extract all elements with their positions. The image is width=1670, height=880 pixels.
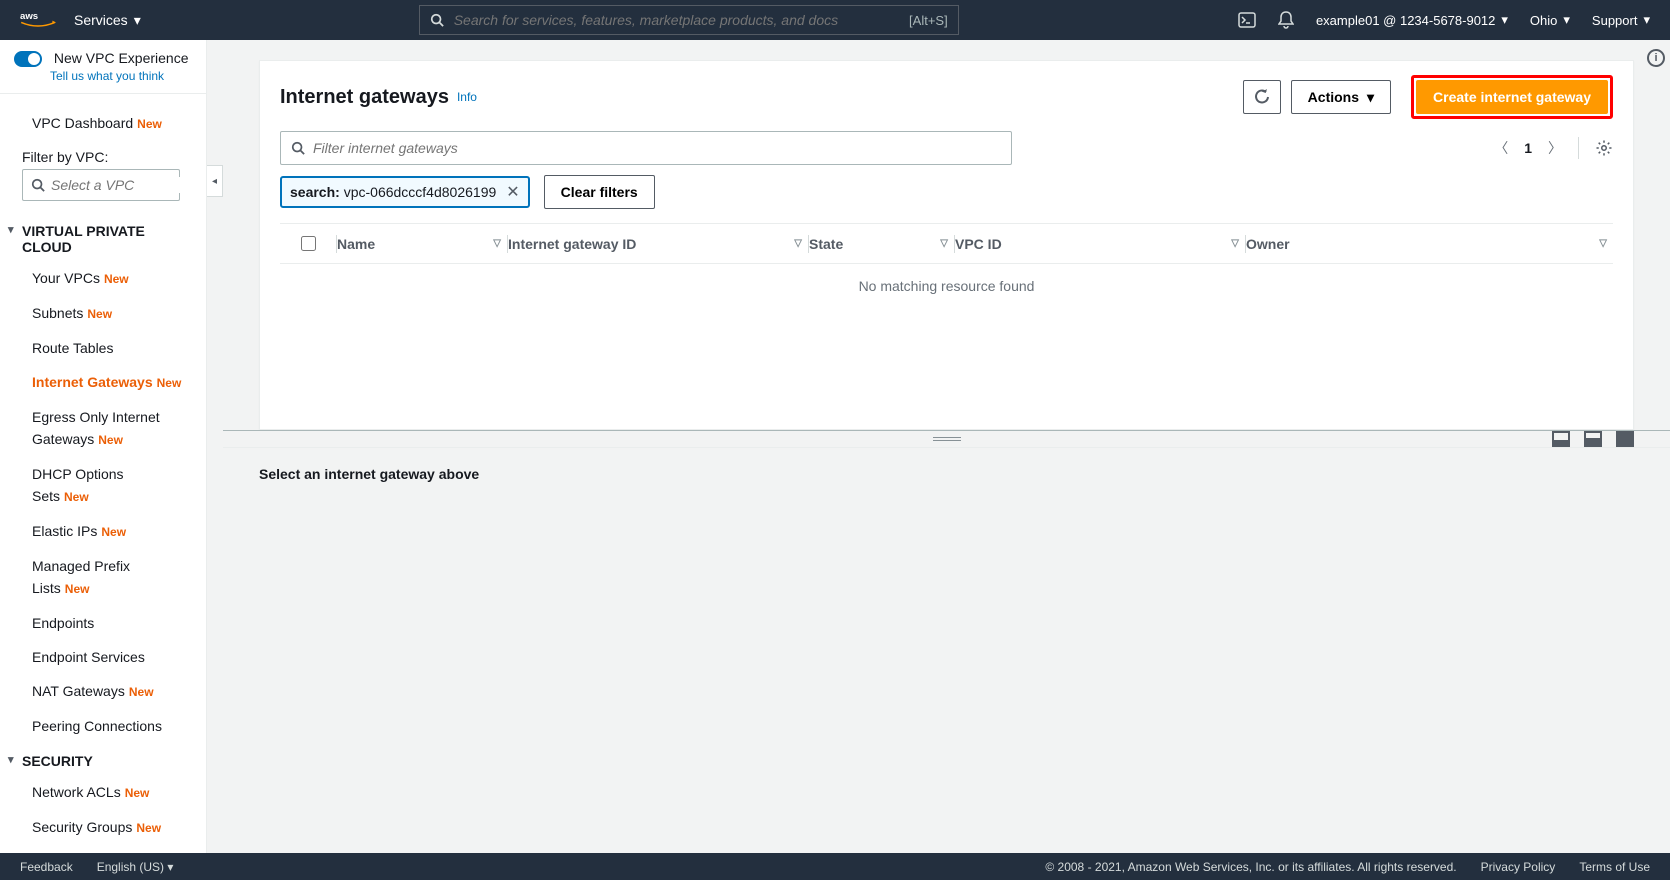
support-menu[interactable]: Support▾: [1592, 12, 1650, 28]
section-security[interactable]: SECURITY: [0, 743, 206, 775]
region-menu[interactable]: Ohio▾: [1530, 12, 1570, 28]
page-title: Internet gateways: [280, 86, 449, 109]
sort-icon: ▽: [1231, 238, 1239, 249]
sort-icon: ▽: [1599, 238, 1607, 249]
nav-egress-only-igw[interactable]: Egress Only Internet GatewaysNew: [0, 400, 206, 457]
privacy-link[interactable]: Privacy Policy: [1481, 860, 1556, 874]
empty-state: No matching resource found: [280, 264, 1613, 308]
filter-by-vpc-input[interactable]: [22, 169, 180, 201]
pagination: 〈 1 〉: [1494, 137, 1613, 159]
nav-vpc-dashboard[interactable]: VPC DashboardNew: [0, 106, 206, 141]
nav-managed-prefix-lists[interactable]: Managed Prefix ListsNew: [0, 549, 206, 606]
table-header: Name▽ Internet gateway ID▽ State▽ VPC ID…: [280, 224, 1613, 264]
search-icon: [430, 13, 444, 27]
nav-subnets[interactable]: SubnetsNew: [0, 296, 206, 331]
info-link[interactable]: Info: [457, 90, 477, 104]
aws-logo[interactable]: aws: [20, 9, 56, 31]
caret-down-icon: ▾: [134, 12, 141, 29]
col-name[interactable]: Name▽: [337, 236, 507, 252]
col-vpc-id[interactable]: VPC ID▽: [955, 236, 1245, 252]
detail-panel: Select an internet gateway above: [223, 448, 1670, 853]
copyright: © 2008 - 2021, Amazon Web Services, Inc.…: [1045, 860, 1456, 874]
drag-handle-icon: [933, 437, 961, 441]
page-next[interactable]: 〉: [1548, 138, 1562, 158]
footer: Feedback English (US) ▾ © 2008 - 2021, A…: [0, 853, 1670, 880]
igw-table: Name▽ Internet gateway ID▽ State▽ VPC ID…: [280, 223, 1613, 429]
nav-elastic-ips[interactable]: Elastic IPsNew: [0, 514, 206, 549]
igw-panel: Internet gateways Info Actions▾ Create i…: [259, 60, 1634, 430]
layout-bottom-small-icon[interactable]: [1552, 431, 1570, 447]
caret-down-icon: ▾: [1563, 12, 1570, 28]
layout-bottom-large-icon[interactable]: [1584, 431, 1602, 447]
feedback-link[interactable]: Feedback: [20, 860, 73, 874]
tutorial-highlight: Create internet gateway: [1411, 75, 1613, 119]
feedback-link[interactable]: Tell us what you think: [50, 69, 192, 83]
section-virtual-private-cloud[interactable]: VIRTUAL PRIVATE CLOUD: [0, 213, 206, 261]
global-search-input[interactable]: [454, 12, 899, 28]
global-search[interactable]: [Alt+S]: [419, 5, 959, 35]
nav-internet-gateways[interactable]: Internet GatewaysNew: [0, 365, 206, 400]
nav-your-vpcs[interactable]: Your VPCsNew: [0, 261, 206, 296]
services-label: Services: [74, 12, 128, 28]
nav-network-acls[interactable]: Network ACLsNew: [0, 775, 206, 810]
caret-down-icon: ▾: [167, 860, 173, 874]
caret-down-icon: ▾: [1643, 12, 1650, 28]
filter-tag: search: vpc-066dcccf4d8026199 ✕: [280, 176, 530, 208]
sidebar-collapse-handle[interactable]: ◂: [207, 165, 223, 197]
caret-down-icon: ▾: [1501, 12, 1508, 28]
new-experience-toggle-row: New VPC Experience Tell us what you thin…: [0, 40, 206, 94]
language-menu[interactable]: English (US) ▾: [97, 860, 174, 874]
search-icon: [31, 178, 45, 192]
layout-full-icon[interactable]: [1616, 431, 1634, 447]
nav-nat-gateways[interactable]: NAT GatewaysNew: [0, 674, 206, 709]
services-menu[interactable]: Services ▾: [74, 12, 141, 29]
refresh-button[interactable]: [1243, 80, 1281, 114]
filter-input[interactable]: [280, 131, 1012, 165]
col-state[interactable]: State▽: [809, 236, 954, 252]
sidebar: New VPC Experience Tell us what you thin…: [0, 40, 207, 853]
search-icon: [291, 141, 305, 155]
col-owner[interactable]: Owner▽: [1246, 236, 1613, 252]
detail-prompt: Select an internet gateway above: [259, 466, 479, 482]
remove-tag-icon[interactable]: ✕: [506, 182, 519, 202]
nav-route-tables[interactable]: Route Tables: [0, 331, 206, 365]
section-reachability[interactable]: REACHABILITY: [0, 845, 206, 853]
nav-dhcp-options[interactable]: DHCP Options SetsNew: [0, 457, 206, 514]
sort-icon: ▽: [493, 238, 501, 249]
new-experience-label: New VPC Experience: [54, 50, 189, 66]
sort-icon: ▽: [940, 238, 948, 249]
page-number: 1: [1524, 140, 1532, 156]
nav-security-groups[interactable]: Security GroupsNew: [0, 810, 206, 845]
terms-link[interactable]: Terms of Use: [1579, 860, 1650, 874]
main-content: Internet gateways Info Actions▾ Create i…: [223, 40, 1670, 853]
search-shortcut: [Alt+S]: [909, 13, 948, 28]
filter-by-vpc-label: Filter by VPC:: [0, 141, 206, 169]
svg-text:aws: aws: [20, 11, 38, 22]
nav-peering-connections[interactable]: Peering Connections: [0, 709, 206, 743]
panel-splitter[interactable]: [223, 430, 1670, 448]
actions-button[interactable]: Actions▾: [1291, 80, 1391, 114]
notifications-icon[interactable]: [1278, 11, 1294, 29]
sort-icon: ▽: [794, 238, 802, 249]
select-all-checkbox[interactable]: [280, 236, 336, 251]
col-igw-id[interactable]: Internet gateway ID▽: [508, 236, 808, 252]
caret-down-icon: ▾: [1367, 89, 1374, 106]
top-nav: aws Services ▾ [Alt+S] example01 @ 1234-…: [0, 0, 1670, 40]
page-prev[interactable]: 〈: [1494, 138, 1508, 158]
account-menu[interactable]: example01 @ 1234-5678-9012▾: [1316, 12, 1508, 28]
new-experience-toggle[interactable]: [14, 51, 42, 67]
clear-filters-button[interactable]: Clear filters: [544, 175, 655, 209]
nav-endpoint-services[interactable]: Endpoint Services: [0, 640, 206, 674]
create-internet-gateway-button[interactable]: Create internet gateway: [1416, 80, 1608, 114]
settings-icon[interactable]: [1595, 139, 1613, 157]
nav-endpoints[interactable]: Endpoints: [0, 606, 206, 640]
cloudshell-icon[interactable]: [1238, 12, 1256, 28]
